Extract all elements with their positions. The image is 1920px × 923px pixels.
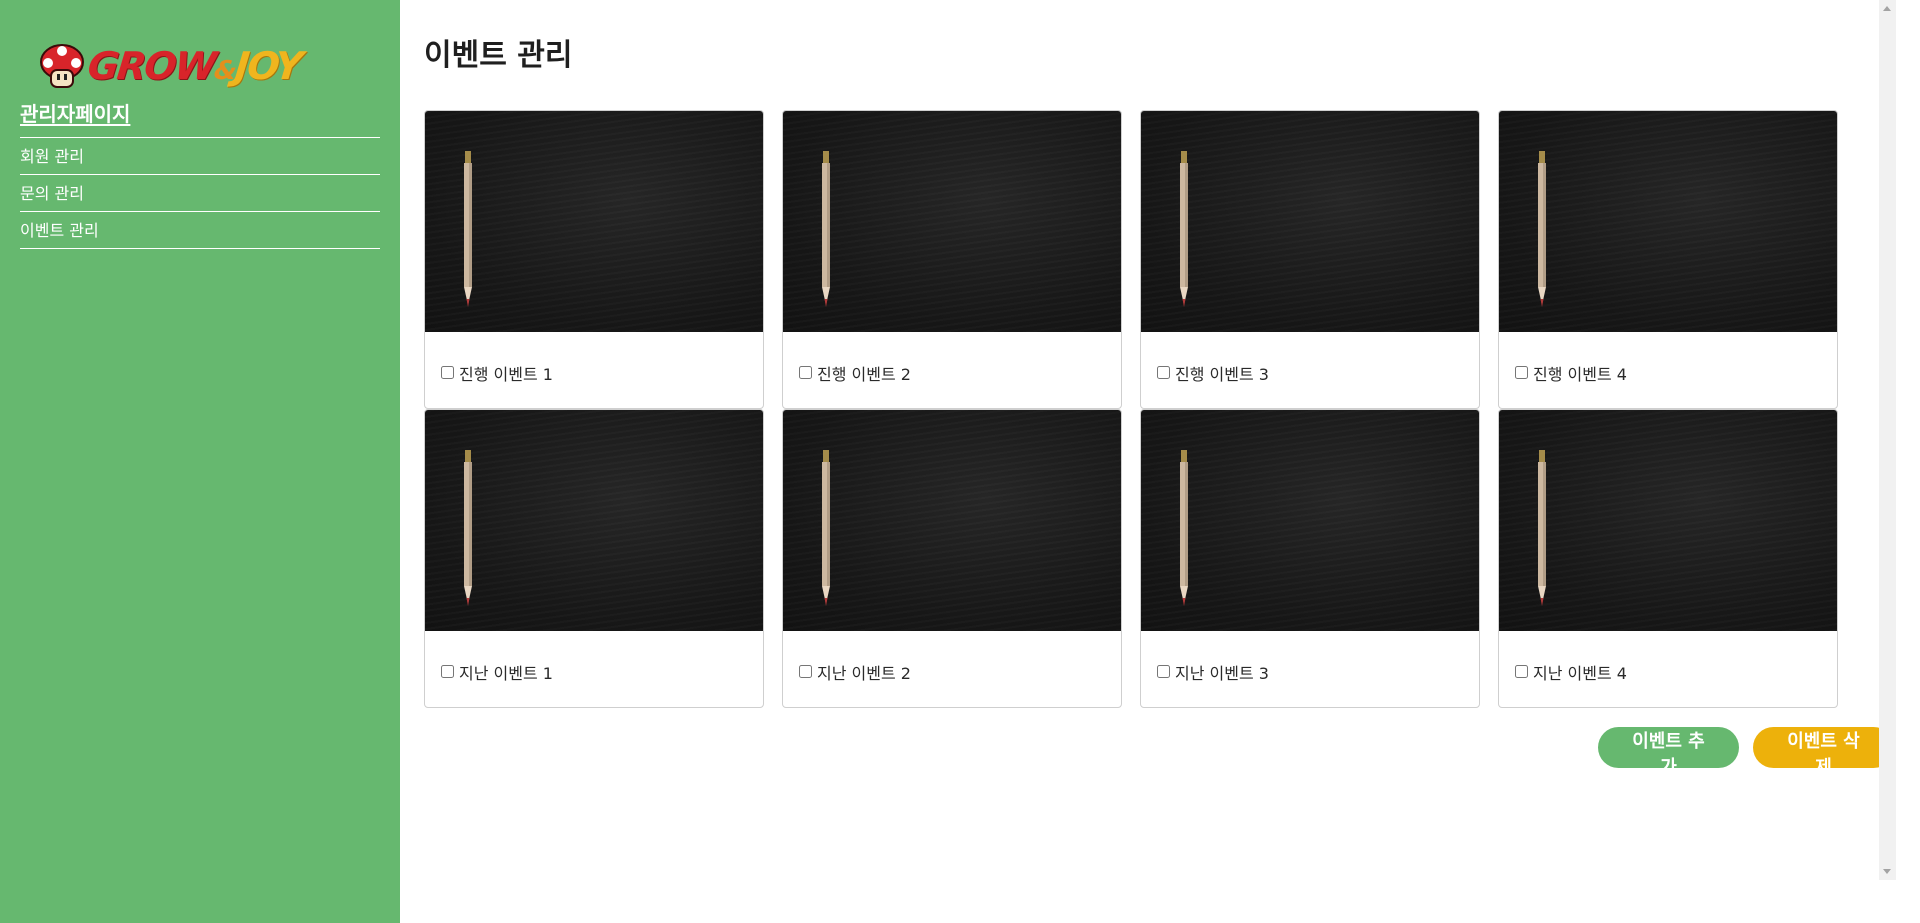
event-card-label[interactable]: 지난 이벤트 3 — [1141, 631, 1479, 707]
event-image — [783, 111, 1121, 332]
event-card[interactable]: 진행 이벤트 2 — [782, 110, 1122, 409]
event-card-label[interactable]: 지난 이벤트 4 — [1499, 631, 1837, 707]
event-title: 진행 이벤트 4 — [1533, 364, 1627, 384]
event-card-label[interactable]: 지난 이벤트 1 — [425, 631, 763, 707]
main-content: 이벤트 관리 진행 이벤트 1 진행 이벤트 2 진행 이벤트 3 진행 이벤트 4 지… — [400, 0, 1860, 923]
pencil-image — [1538, 450, 1546, 606]
pencil-image — [464, 450, 472, 606]
event-image — [425, 111, 763, 332]
event-title: 진행 이벤트 1 — [459, 364, 553, 384]
pencil-image — [822, 450, 830, 606]
event-checkbox[interactable] — [1157, 665, 1170, 678]
pencil-image — [1180, 450, 1188, 606]
event-checkbox[interactable] — [1515, 366, 1528, 379]
add-event-button[interactable]: 이벤트 추가 — [1598, 727, 1739, 778]
logo-wordmark: GROW&JOY — [85, 44, 303, 88]
event-card[interactable]: 진행 이벤트 1 — [424, 110, 764, 409]
pencil-image — [464, 151, 472, 307]
event-image — [425, 410, 763, 631]
event-checkbox[interactable] — [441, 366, 454, 379]
event-grid: 진행 이벤트 1 진행 이벤트 2 진행 이벤트 3 진행 이벤트 4 지난 이벤트 1… — [424, 110, 1838, 708]
event-title: 지난 이벤트 4 — [1533, 663, 1627, 683]
sidebar-nav: 회원 관리 문의 관리 이벤트 관리 — [20, 137, 380, 249]
event-card-label[interactable]: 진행 이벤트 4 — [1499, 332, 1837, 408]
event-image — [783, 410, 1121, 631]
event-card-label[interactable]: 진행 이벤트 3 — [1141, 332, 1479, 408]
event-card[interactable]: 진행 이벤트 4 — [1498, 110, 1838, 409]
sidebar-item-events[interactable]: 이벤트 관리 — [20, 212, 380, 249]
page-title: 이벤트 관리 — [424, 38, 573, 73]
event-image — [1141, 410, 1479, 631]
event-title: 진행 이벤트 3 — [1175, 364, 1269, 384]
admin-page-title-link[interactable]: 관리자페이지 — [20, 98, 130, 127]
vertical-scrollbar[interactable] — [1879, 0, 1896, 880]
event-card[interactable]: 지난 이벤트 2 — [782, 409, 1122, 708]
event-image — [1499, 111, 1837, 332]
delete-event-button[interactable]: 이벤트 삭제 — [1753, 727, 1894, 778]
event-checkbox[interactable] — [799, 366, 812, 379]
event-card-label[interactable]: 지난 이벤트 2 — [783, 631, 1121, 707]
event-image — [1141, 111, 1479, 332]
logo[interactable]: GROW&JOY — [38, 40, 380, 92]
event-card[interactable]: 진행 이벤트 3 — [1140, 110, 1480, 409]
sidebar-item-inquiries[interactable]: 문의 관리 — [20, 175, 380, 212]
event-card-label[interactable]: 진행 이벤트 1 — [425, 332, 763, 408]
chevron-down-icon[interactable] — [1883, 869, 1891, 874]
chevron-up-icon[interactable] — [1883, 6, 1891, 11]
event-title: 지난 이벤트 1 — [459, 663, 553, 683]
sidebar-item-members[interactable]: 회원 관리 — [20, 138, 380, 175]
event-checkbox[interactable] — [799, 665, 812, 678]
mushroom-logo-icon — [40, 44, 84, 88]
event-checkbox[interactable] — [1157, 366, 1170, 379]
event-card[interactable]: 지난 이벤트 3 — [1140, 409, 1480, 708]
event-checkbox[interactable] — [1515, 665, 1528, 678]
sidebar: GROW&JOY 관리자페이지 회원 관리 문의 관리 이벤트 관리 — [0, 0, 400, 923]
event-checkbox[interactable] — [441, 665, 454, 678]
event-image — [1499, 410, 1837, 631]
event-card[interactable]: 지난 이벤트 4 — [1498, 409, 1838, 708]
action-bar: 이벤트 추가 이벤트 삭제 — [1598, 727, 1894, 778]
pencil-image — [1538, 151, 1546, 307]
pencil-image — [822, 151, 830, 307]
event-title: 지난 이벤트 3 — [1175, 663, 1269, 683]
event-title: 지난 이벤트 2 — [817, 663, 911, 683]
event-card-label[interactable]: 진행 이벤트 2 — [783, 332, 1121, 408]
event-card[interactable]: 지난 이벤트 1 — [424, 409, 764, 708]
pencil-image — [1180, 151, 1188, 307]
event-title: 진행 이벤트 2 — [817, 364, 911, 384]
